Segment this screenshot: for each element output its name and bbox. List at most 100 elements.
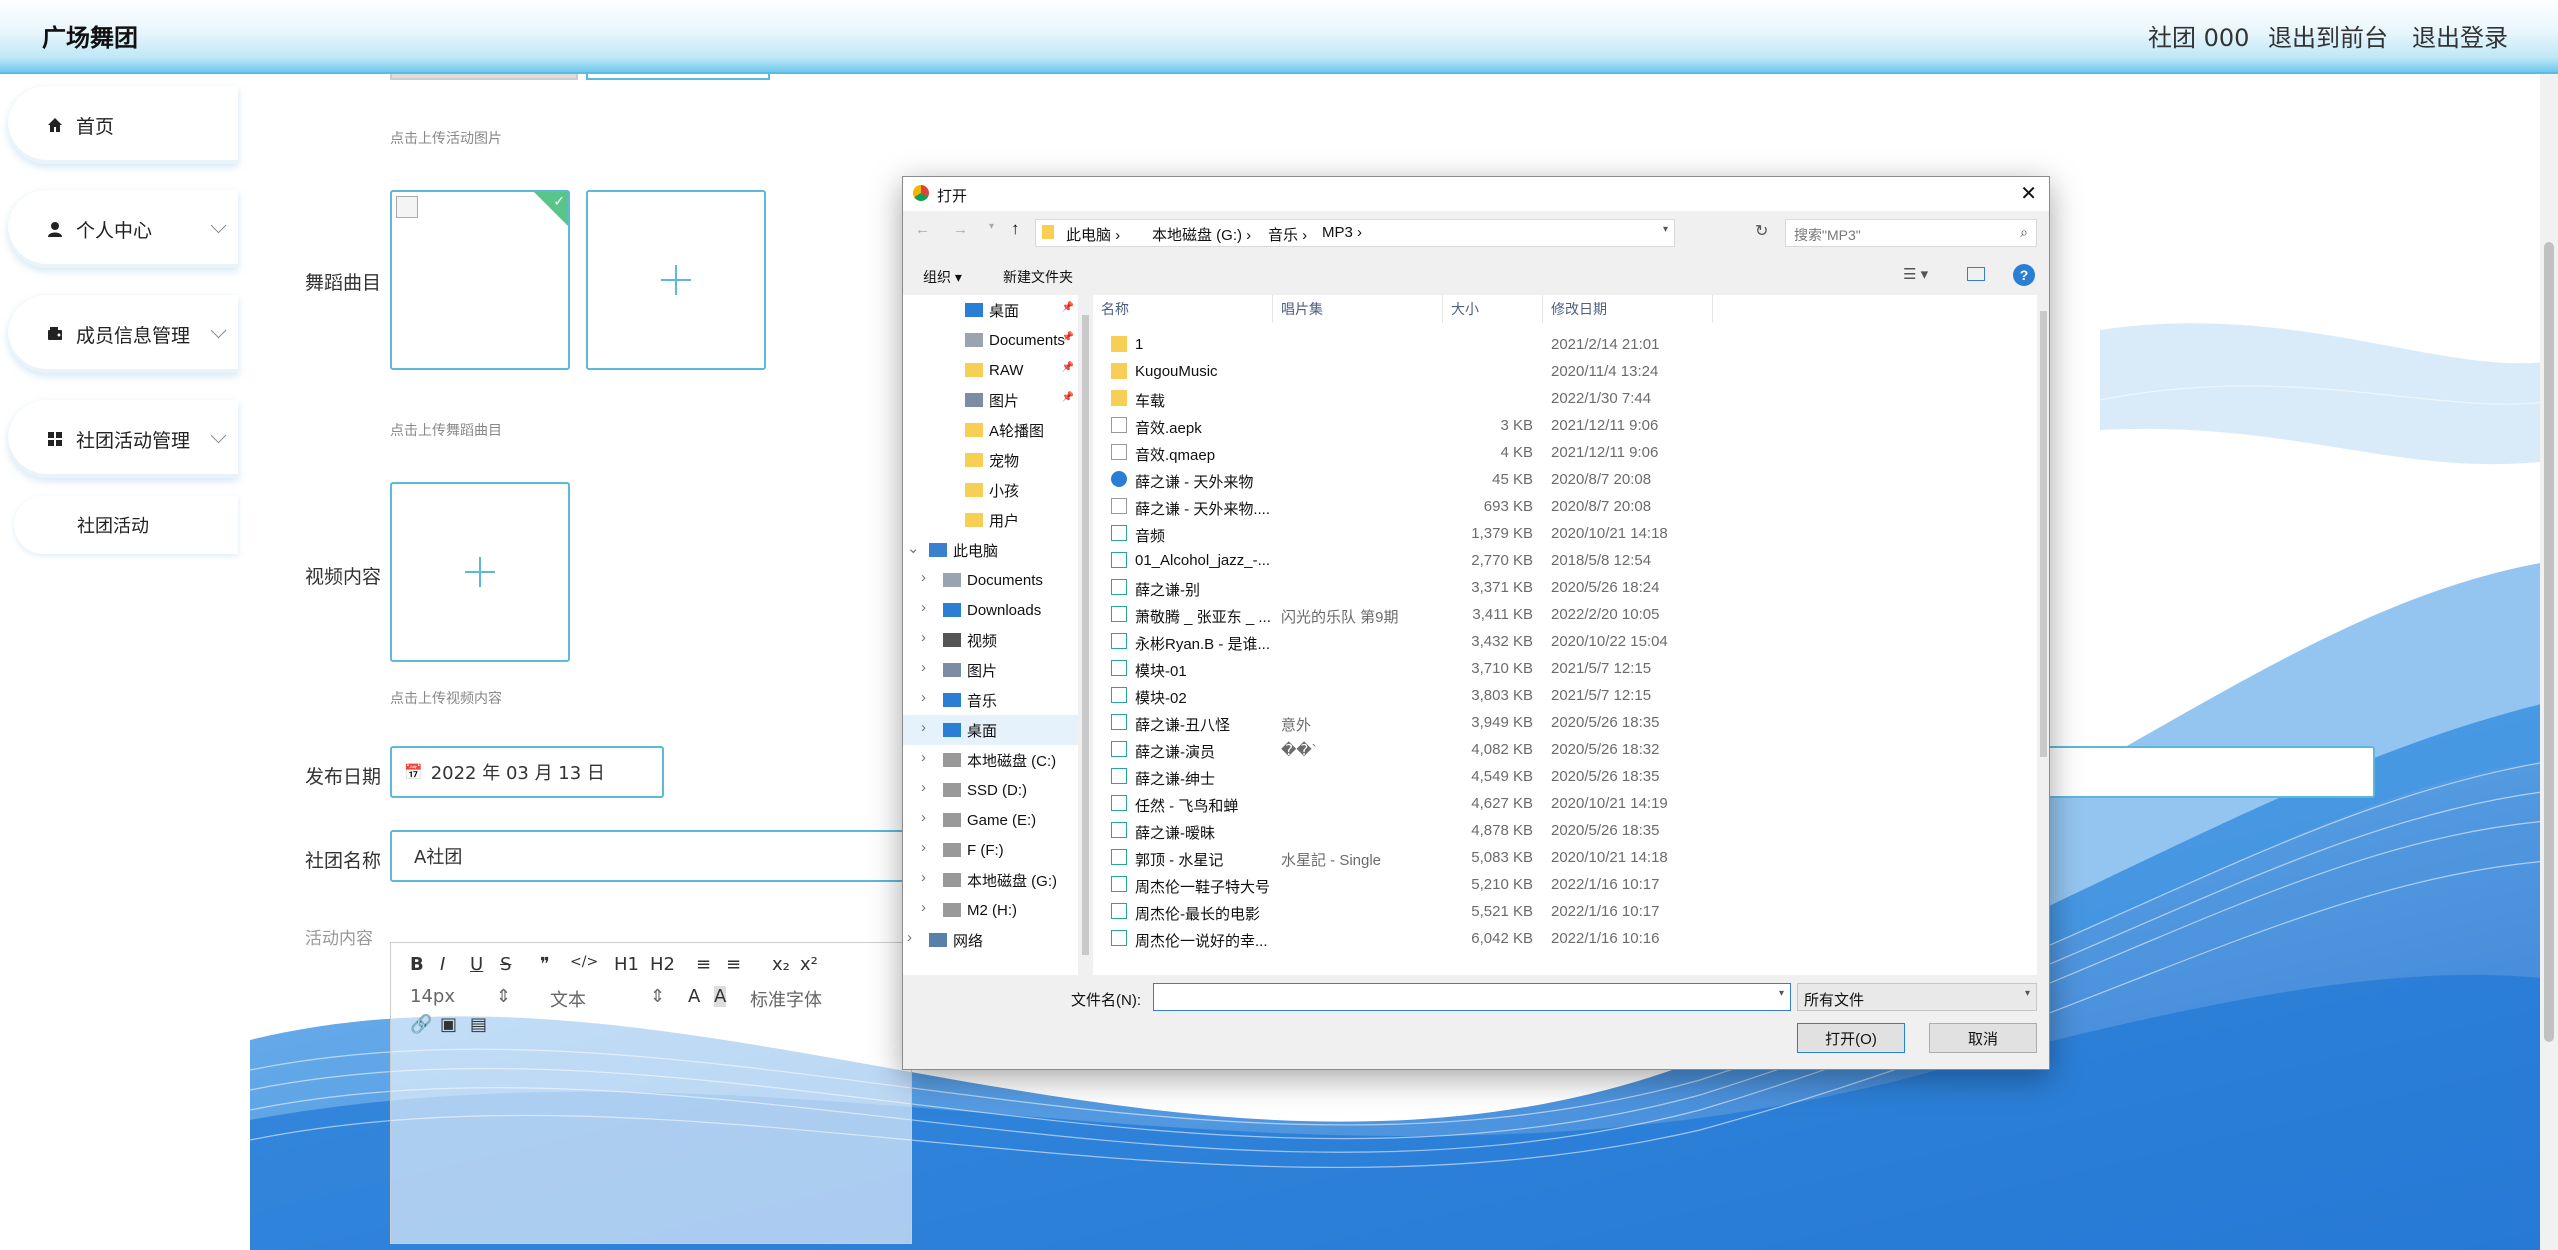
nav-item[interactable]: 桌面 📌 (903, 295, 1078, 325)
image-icon[interactable]: ▣ (440, 1014, 457, 1035)
nav-item[interactable]: › Game (E:) (903, 805, 1078, 835)
expand-chevron-icon[interactable]: › (921, 839, 926, 856)
nav-scrollbar[interactable] (1078, 295, 1093, 975)
file-row[interactable]: 音效.qmaep 4 KB 2021/12/11 9:06 (1093, 439, 2037, 466)
chevron-down-icon[interactable]: ▾ (1779, 988, 1784, 999)
expand-chevron-icon[interactable]: › (921, 689, 926, 706)
breadcrumb-item[interactable]: 本地磁盘 (G:) › (1152, 224, 1251, 245)
italic-button[interactable]: I (440, 954, 445, 975)
club-account-link[interactable]: 社团 000 (2148, 18, 2249, 53)
sidebar-item-personal-center[interactable]: 个人中心 (8, 190, 238, 268)
text-type-select[interactable]: 文本 (550, 986, 586, 1012)
file-row[interactable]: KugouMusic 2020/11/4 13:24 (1093, 358, 2037, 385)
nav-item[interactable]: › Downloads (903, 595, 1078, 625)
column-header-album[interactable]: 唱片集 (1273, 295, 1443, 323)
refresh-icon[interactable]: ↻ (1755, 221, 1768, 241)
logout-link[interactable]: 退出登录 (2412, 18, 2508, 53)
file-row[interactable]: 永彬Ryan.B - 是谁... 3,432 KB 2020/10/22 15:04 (1093, 628, 2037, 655)
subscript-button[interactable]: x₂ (772, 954, 790, 975)
expand-chevron-icon[interactable]: › (921, 749, 926, 766)
file-row[interactable]: 模块-01 3,710 KB 2021/5/7 12:15 (1093, 655, 2037, 682)
expand-chevron-icon[interactable]: › (921, 869, 926, 886)
close-icon[interactable]: ✕ (2020, 181, 2037, 206)
background-color-icon[interactable]: A (714, 986, 727, 1007)
file-row[interactable]: 郭顶 - 水星记 水星記 - Single 5,083 KB 2020/10/21 1… (1093, 844, 2037, 871)
expand-chevron-icon[interactable]: › (921, 809, 926, 826)
open-button[interactable]: 打开(O) (1797, 1023, 1905, 1053)
help-icon[interactable]: ? (2013, 264, 2035, 286)
code-button[interactable]: </> (570, 954, 598, 970)
search-input[interactable]: 搜索"MP3" ⌕ (1785, 219, 2037, 247)
upload-dance-music-button[interactable] (586, 190, 766, 370)
nav-item[interactable]: › 网络 (903, 925, 1078, 955)
sidebar-item-member-management[interactable]: 成员信息管理 (8, 295, 238, 373)
nav-item[interactable]: RAW 📌 (903, 355, 1078, 385)
strike-button[interactable]: S (500, 954, 511, 975)
file-row[interactable]: 周杰伦一说好的幸... 6,042 KB 2022/1/16 10:16 (1093, 925, 2037, 952)
publish-date-picker[interactable]: 📅 2022 年 03 月 13 日 (390, 746, 664, 798)
chevron-down-icon[interactable]: ▾ (1663, 224, 1668, 235)
organize-menu[interactable]: 组织 ▾ (923, 267, 962, 287)
bold-button[interactable]: B (410, 954, 424, 975)
nav-item[interactable]: › 本地磁盘 (C:) (903, 745, 1078, 775)
font-size-select[interactable]: 14px (410, 986, 455, 1007)
file-row[interactable]: 薛之谦-暧昧 4,878 KB 2020/5/26 18:35 (1093, 817, 2037, 844)
ordered-list-button[interactable]: ≡ (696, 954, 711, 975)
link-icon[interactable]: 🔗 (410, 1014, 432, 1035)
expand-chevron-icon[interactable]: › (907, 929, 912, 946)
file-row[interactable]: 车载 2022/1/30 7:44 (1093, 385, 2037, 412)
breadcrumb-item[interactable]: MP3 › (1322, 224, 1362, 241)
heading1-button[interactable]: H1 (614, 954, 639, 975)
nav-item[interactable]: › M2 (H:) (903, 895, 1078, 925)
file-row[interactable]: 薛之谦-丑八怪 意外 3,949 KB 2020/5/26 18:35 (1093, 709, 2037, 736)
bullet-list-button[interactable]: ≡ (726, 954, 741, 975)
nav-item[interactable]: › SSD (D:) (903, 775, 1078, 805)
expand-chevron-icon[interactable]: › (921, 629, 926, 646)
file-row[interactable]: 薛之谦 - 天外来物 45 KB 2020/8/7 20:08 (1093, 466, 2037, 493)
file-row[interactable]: 萧敬腾 _ 张亚东 _ ... 闪光的乐队 第9期 3,411 KB 2022/2/2… (1093, 601, 2037, 628)
new-folder-button[interactable]: 新建文件夹 (1003, 267, 1073, 287)
heading2-button[interactable]: H2 (650, 954, 675, 975)
nav-item[interactable]: 小孩 (903, 475, 1078, 505)
breadcrumb-item[interactable]: 此电脑 › (1066, 224, 1120, 245)
nav-item[interactable]: › Documents (903, 565, 1078, 595)
file-row[interactable]: 01_Alcohol_jazz_-... 2,770 KB 2018/5/8 12:… (1093, 547, 2037, 574)
file-row[interactable]: 薛之谦-绅士 4,549 KB 2020/5/26 18:35 (1093, 763, 2037, 790)
file-row[interactable]: 周杰伦一鞋子特大号 5,210 KB 2022/1/16 10:17 (1093, 871, 2037, 898)
cancel-button[interactable]: 取消 (1929, 1023, 2037, 1053)
expand-chevron-icon[interactable]: › (921, 899, 926, 916)
nav-item[interactable]: ⌄ 此电脑 (903, 535, 1078, 565)
view-options-icon[interactable]: ☰ ▾ (1903, 265, 1928, 283)
sidebar-subitem-club-activities[interactable]: 社团活动 (14, 496, 238, 554)
address-bar[interactable]: 此电脑 › 本地磁盘 (G:) › 音乐 › MP3 › ▾ (1035, 219, 1675, 247)
video-icon[interactable]: ▤ (470, 1014, 487, 1035)
page-scrollbar[interactable] (2540, 72, 2558, 1250)
sidebar-item-home[interactable]: 首页 (8, 86, 238, 164)
back-arrow-icon[interactable]: ← (915, 221, 930, 238)
upload-video-button[interactable] (390, 482, 570, 662)
nav-item[interactable]: › 视频 (903, 625, 1078, 655)
nav-item[interactable]: 图片 📌 (903, 385, 1078, 415)
nav-item[interactable]: 宠物 (903, 445, 1078, 475)
file-row[interactable]: 周杰伦-最长的电影 5,521 KB 2022/1/16 10:17 (1093, 898, 2037, 925)
file-row[interactable]: 薛之谦-别 3,371 KB 2020/5/26 18:24 (1093, 574, 2037, 601)
font-color-icon[interactable]: A (688, 986, 700, 1007)
filename-input[interactable]: ▾ (1153, 983, 1791, 1011)
underline-button[interactable]: U (470, 954, 483, 975)
sidebar-item-activity-management[interactable]: 社团活动管理 (8, 400, 238, 478)
file-row[interactable]: 1 2021/2/14 21:01 (1093, 331, 2037, 358)
preview-pane-icon[interactable] (1967, 267, 1985, 281)
nav-item[interactable]: 用户 (903, 505, 1078, 535)
exit-to-frontend-link[interactable]: 退出到前台 (2268, 18, 2388, 53)
quote-button[interactable]: ❞ (540, 954, 550, 975)
column-header-size[interactable]: 大小 (1443, 295, 1543, 323)
nav-item[interactable]: › 本地磁盘 (G:) (903, 865, 1078, 895)
up-arrow-icon[interactable]: ↑ (1011, 219, 1020, 239)
file-row[interactable]: 薛之谦-演员 ��` 4,082 KB 2020/5/26 18:32 (1093, 736, 2037, 763)
expand-chevron-icon[interactable]: › (921, 569, 926, 586)
nav-item[interactable]: › F (F:) (903, 835, 1078, 865)
nav-item[interactable]: › 音乐 (903, 685, 1078, 715)
forward-arrow-icon[interactable]: → (953, 221, 968, 238)
nav-item[interactable]: Documents 📌 (903, 325, 1078, 355)
expand-chevron-icon[interactable]: › (921, 659, 926, 676)
